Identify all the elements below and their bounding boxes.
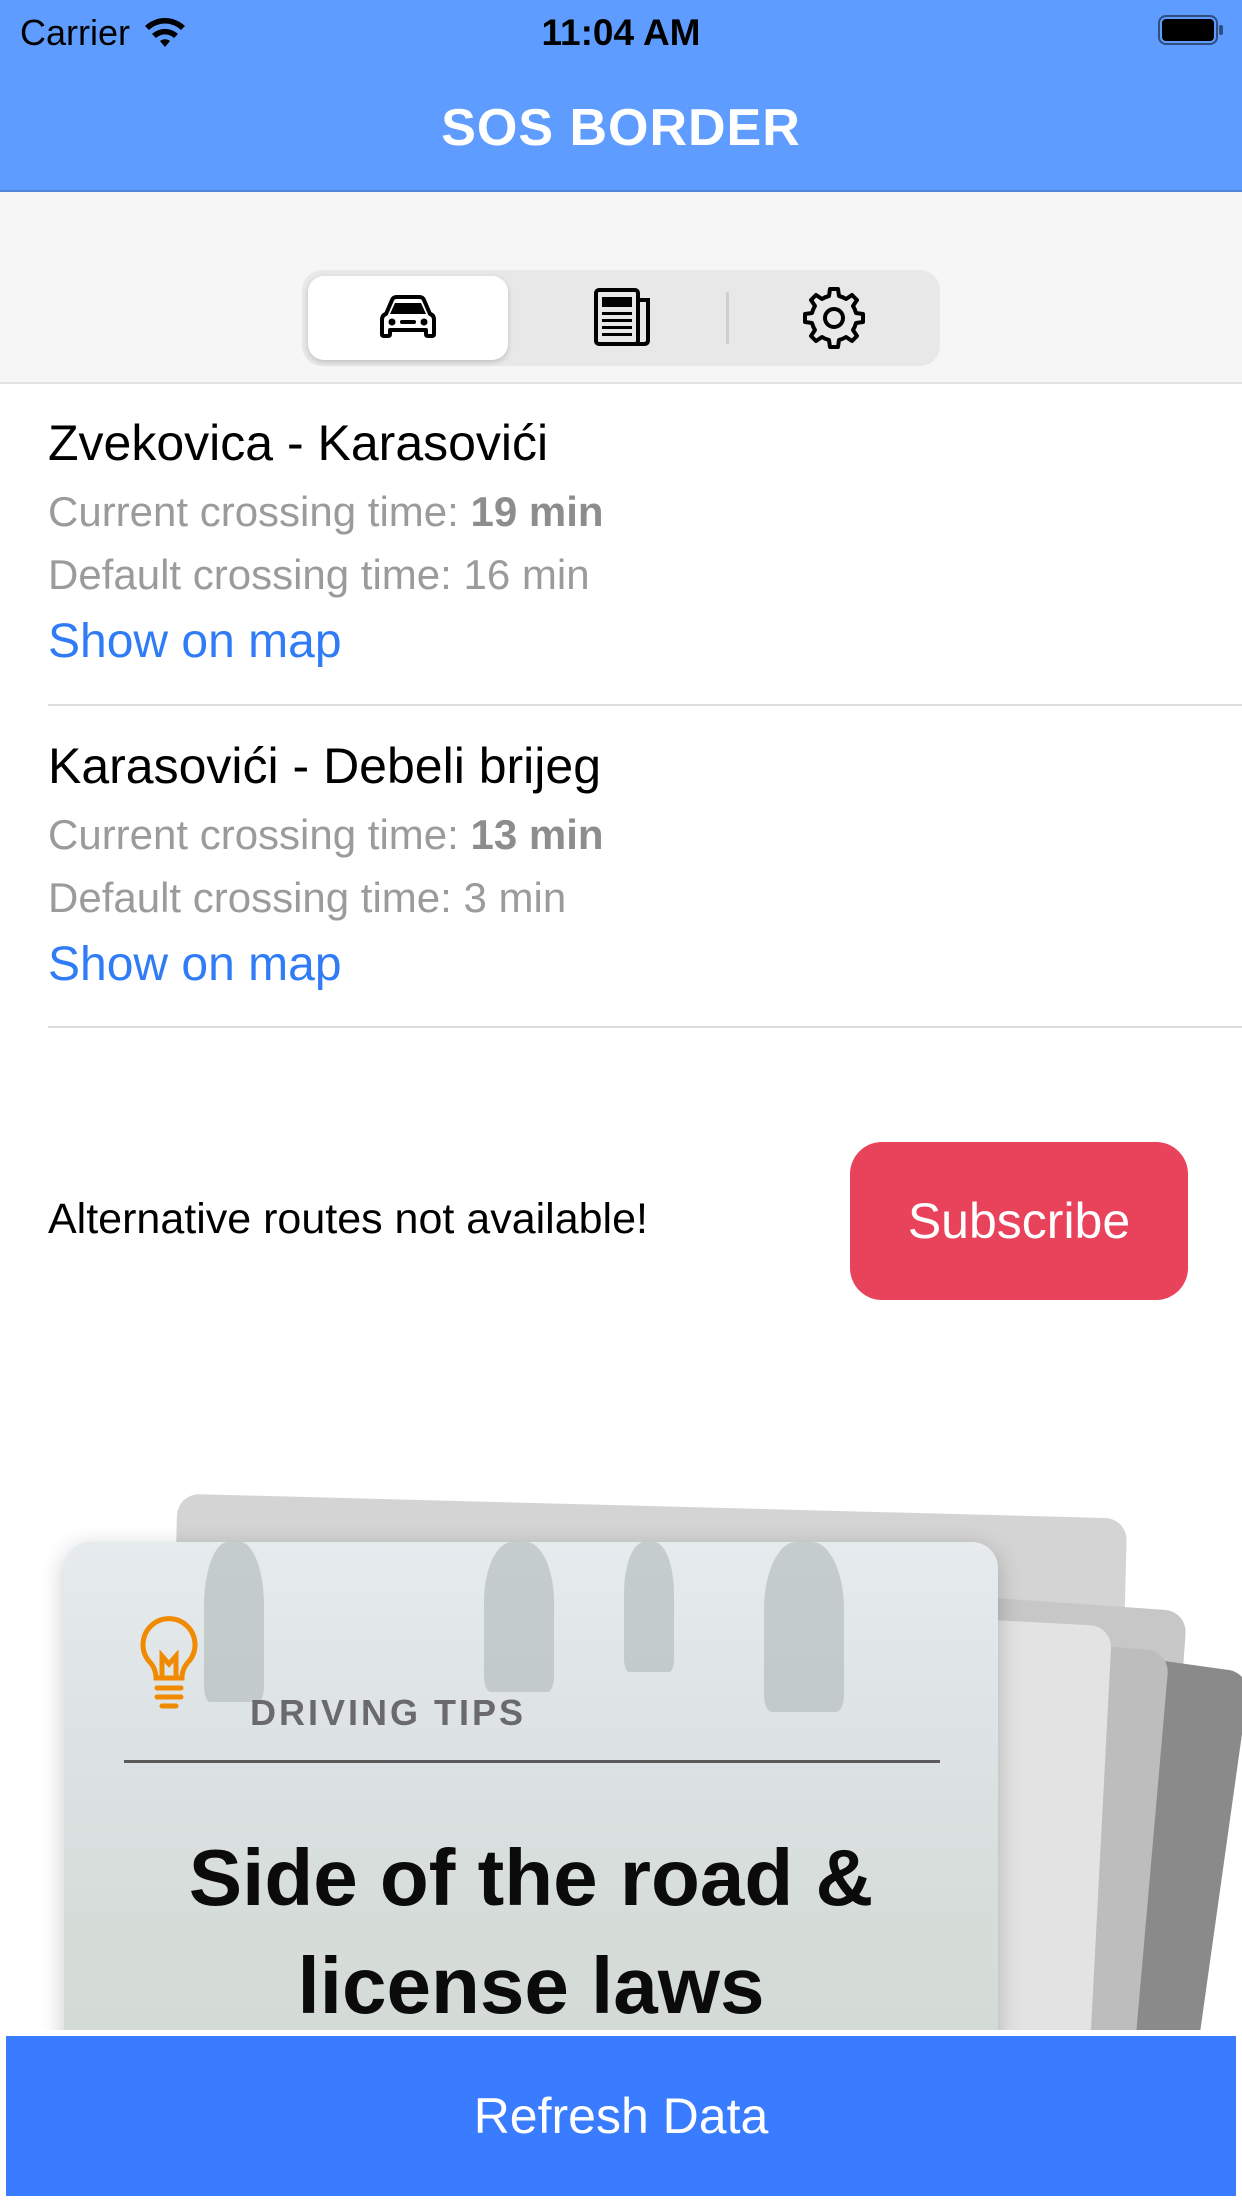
battery-icon (1158, 15, 1223, 45)
current-crossing-time: Current crossing time: 13 min (48, 811, 604, 858)
tips-carousel[interactable]: DRIVING TIPS Side of the road & license … (0, 1490, 1242, 2030)
list-divider (48, 704, 1242, 706)
tab-car[interactable] (308, 276, 508, 360)
show-on-map-link[interactable]: Show on map (48, 937, 342, 992)
segmented-control (302, 270, 940, 366)
card-background-image (624, 1542, 674, 1672)
crossing-item: Karasovići - Debeli brijeg Current cross… (48, 735, 1242, 1015)
refresh-data-button[interactable]: Refresh Data (6, 2036, 1236, 2196)
crossing-name: Karasovići - Debeli brijeg (48, 738, 602, 794)
page-title: SOS BORDER (441, 99, 801, 157)
newspaper-icon (594, 288, 650, 346)
tip-title: Side of the road & license laws (188, 1833, 874, 2030)
car-icon (380, 295, 436, 338)
list-divider (48, 1026, 1242, 1028)
segment-divider (726, 292, 729, 344)
lightbulb-icon (140, 1616, 198, 1709)
alternative-routes-text: Alternative routes not available! (48, 1195, 648, 1243)
default-crossing-time: Default crossing time: 16 min (48, 551, 590, 598)
current-time-value: 13 min (470, 811, 604, 858)
card-background-image (204, 1542, 264, 1702)
tab-area (0, 192, 1242, 384)
crossing-name: Zvekovica - Karasovići (48, 415, 549, 471)
tip-card[interactable]: DRIVING TIPS Side of the road & license … (64, 1542, 998, 2030)
tab-settings[interactable] (734, 276, 934, 360)
status-time: 11:04 AM (541, 12, 701, 53)
crossing-item: Zvekovica - Karasovići Current crossing … (48, 412, 1242, 692)
current-time-value: 19 min (470, 488, 604, 535)
default-crossing-time: Default crossing time: 3 min (48, 874, 567, 921)
card-background-image (484, 1542, 554, 1692)
current-crossing-time: Current crossing time: 19 min (48, 488, 604, 535)
card-background-image (764, 1542, 844, 1712)
navigation-bar: Carrier 11:04 AM SOS BORDER (0, 0, 1242, 192)
tab-news[interactable] (522, 276, 722, 360)
tip-category: DRIVING TIPS (250, 1692, 527, 1733)
gear-icon (803, 287, 865, 349)
show-on-map-link[interactable]: Show on map (48, 614, 342, 669)
tip-divider (124, 1760, 940, 1763)
subscribe-button[interactable]: Subscribe (850, 1142, 1188, 1300)
